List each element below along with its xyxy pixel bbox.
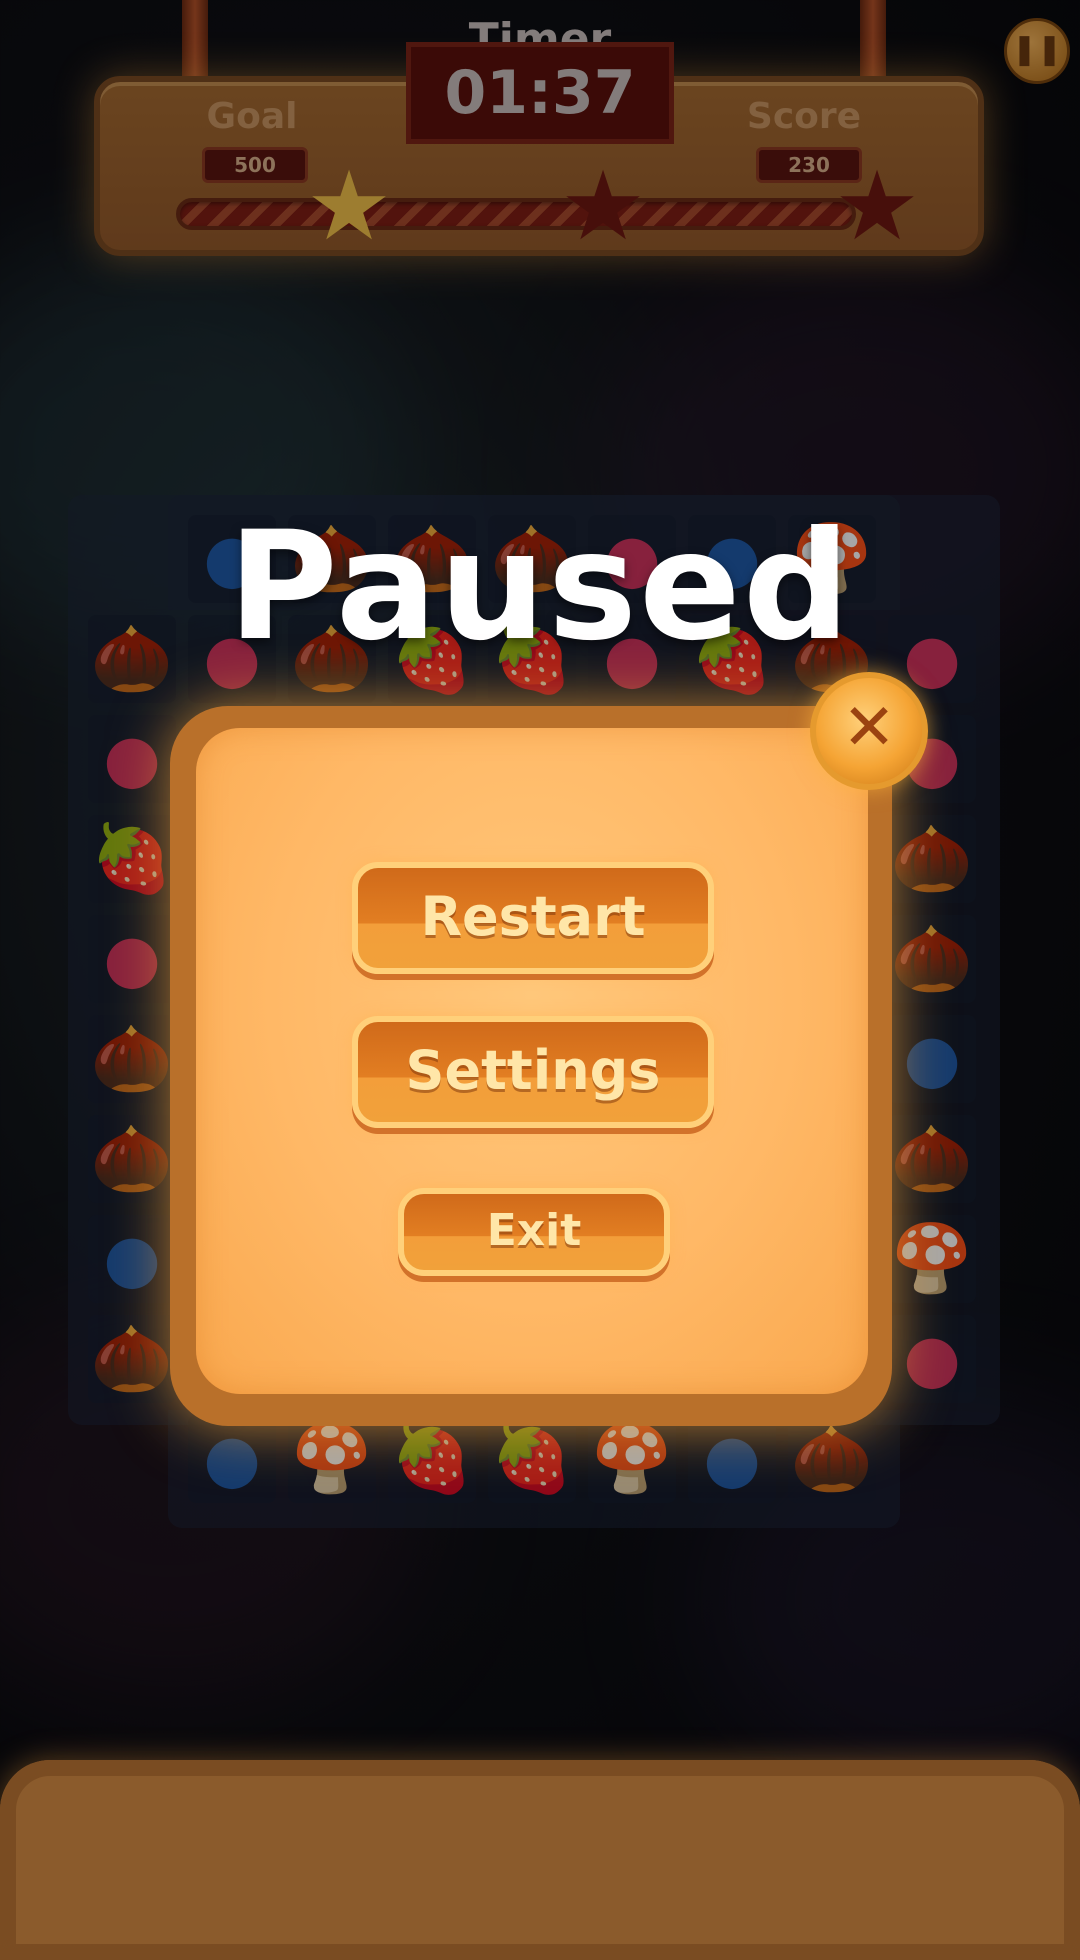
close-button[interactable]: ✕ <box>810 672 928 790</box>
paused-title: Paused <box>227 500 853 674</box>
restart-button[interactable]: Restart <box>352 862 714 974</box>
close-icon: ✕ <box>842 691 896 765</box>
exit-button[interactable]: Exit <box>398 1188 670 1276</box>
bottom-panel <box>0 1760 1080 1960</box>
settings-button[interactable]: Settings <box>352 1016 714 1128</box>
